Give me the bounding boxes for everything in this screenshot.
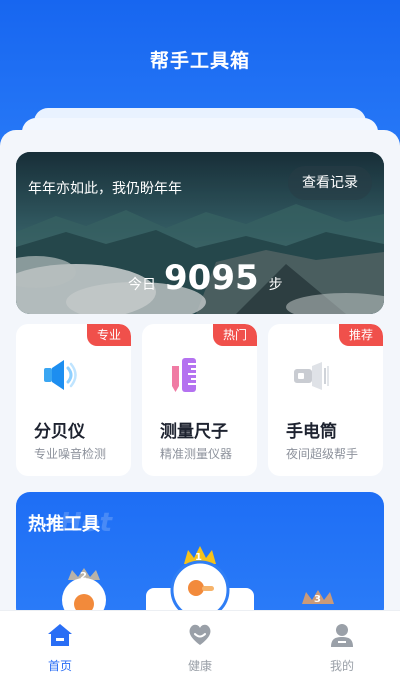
tool-card-decibel[interactable]: 专业 分贝仪 专业噪音检测	[16, 324, 131, 476]
nav-item-health[interactable]: 健康	[160, 623, 240, 674]
steps-count: 9095	[164, 258, 259, 298]
flashlight-icon	[294, 362, 329, 390]
tool-card-flashlight[interactable]: 推荐 手电筒 夜间超级帮手	[268, 324, 383, 476]
tool-badge: 推荐	[338, 324, 383, 346]
app-title: 帮手工具箱	[149, 50, 250, 72]
rank-3-number: 3	[314, 594, 321, 605]
tool-name: 分贝仪	[34, 422, 85, 442]
nav-item-profile[interactable]: 我的	[302, 623, 382, 674]
profile-icon	[331, 624, 353, 647]
speaker-icon	[44, 360, 77, 390]
steps-label: 今日	[128, 277, 156, 293]
view-records-button[interactable]: 查看记录	[288, 166, 372, 200]
tool-desc: 夜间超级帮手	[286, 447, 359, 461]
steps-hero-card: 年年亦如此，我仍盼年年 查看记录 今日 9095 步	[16, 152, 384, 314]
nav-label-home: 首页	[47, 659, 72, 673]
ruler-icon	[172, 358, 196, 392]
rank-1-number: 1	[195, 552, 202, 563]
tool-name: 手电筒	[286, 422, 337, 442]
heart-icon	[189, 624, 211, 645]
rank-2-number: 2	[80, 571, 87, 582]
home-icon	[48, 624, 72, 646]
today-steps: 今日 9095 步	[128, 258, 283, 298]
nav-label-health: 健康	[187, 659, 212, 673]
bottom-nav: 首页 健康 我的	[0, 610, 400, 700]
tool-card-ruler[interactable]: 热门 测量尺子 精准测量仪器	[142, 324, 257, 476]
tool-badge: 专业	[86, 324, 131, 346]
tool-desc: 精准测量仪器	[160, 447, 233, 461]
nav-label-profile: 我的	[329, 659, 354, 673]
hero-slogan: 年年亦如此，我仍盼年年	[28, 181, 182, 197]
tool-name: 测量尺子	[160, 422, 228, 442]
tool-badge: 热门	[212, 324, 257, 346]
tool-desc: 专业噪音检测	[34, 447, 107, 461]
nav-item-home[interactable]: 首页	[20, 623, 100, 674]
steps-unit: 步	[268, 277, 283, 293]
hot-tools-panel: Hot 热推工具 1 2 3	[16, 492, 384, 622]
